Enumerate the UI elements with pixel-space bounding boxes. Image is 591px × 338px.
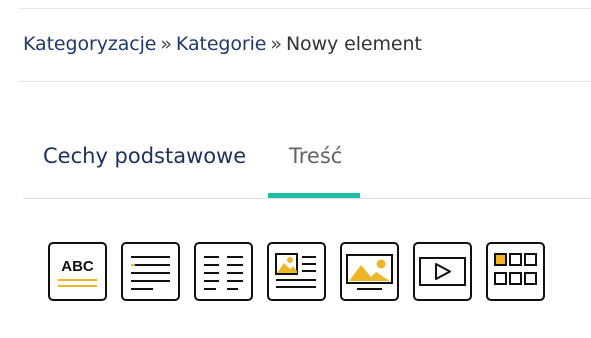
breadcrumb: Kategoryzacje» Kategorie» Nowy element (23, 33, 422, 55)
tab-bar: Cechy podstawowe Treść (23, 144, 591, 200)
breadcrumb-separator: » (270, 33, 282, 55)
image-with-text-button[interactable] (267, 242, 326, 301)
paragraph-icon (131, 256, 170, 290)
breadcrumb-link-kategoryzacje[interactable]: Kategoryzacje (23, 33, 156, 55)
breadcrumb-link-kategorie[interactable]: Kategorie (176, 33, 267, 55)
two-columns-button[interactable] (194, 242, 253, 301)
video-button[interactable] (413, 242, 472, 301)
text-block-button[interactable]: ABC (48, 242, 107, 301)
image-with-text-icon (275, 253, 316, 288)
image-button[interactable] (340, 242, 399, 301)
text-block-icon (58, 279, 97, 287)
top-divider (18, 8, 591, 9)
video-icon (419, 257, 466, 286)
gallery-button[interactable] (486, 242, 545, 301)
two-columns-icon (204, 256, 243, 290)
gallery-icon (494, 253, 537, 285)
tab-bar-divider (23, 198, 591, 199)
header-divider (18, 81, 591, 82)
paragraph-button[interactable] (121, 242, 180, 301)
tab-tresc[interactable]: Treść (289, 144, 342, 168)
breadcrumb-current: Nowy element (285, 33, 422, 55)
breadcrumb-separator: » (160, 33, 172, 55)
tab-cechy-podstawowe[interactable]: Cechy podstawowe (43, 144, 246, 168)
image-icon (346, 254, 393, 290)
